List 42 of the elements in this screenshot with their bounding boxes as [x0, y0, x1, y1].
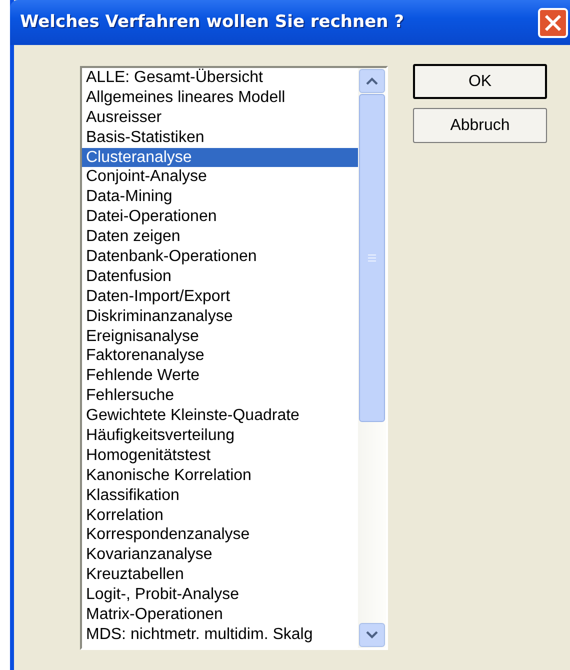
window-title: Welches Verfahren wollen Sie rechnen ? [20, 10, 404, 34]
list-item[interactable]: ALLE: Gesamt-Übersicht [82, 68, 358, 88]
list-item[interactable]: Gewichtete Kleinste-Quadrate [82, 406, 358, 426]
list-item[interactable]: Data-Mining [82, 187, 358, 208]
list-item[interactable]: Ereignisanalyse [82, 326, 358, 346]
list-item[interactable]: Basis-Statistiken [82, 128, 358, 148]
list-item[interactable]: Fehlende Werte [82, 366, 358, 386]
list-item[interactable]: Diskriminanzanalyse [82, 306, 358, 327]
scroll-down-button[interactable] [359, 623, 385, 647]
scroll-thumb[interactable] [359, 94, 385, 422]
list-item[interactable]: Datenfusion [82, 266, 358, 287]
list-item[interactable]: Matrix-Operationen [82, 605, 358, 625]
scroll-up-button[interactable] [359, 69, 385, 93]
list-item[interactable]: Daten-Import/Export [82, 286, 358, 307]
list-item[interactable]: Kovarianzanalyse [82, 545, 358, 566]
list-item[interactable]: MDS: nichtmetr. multidim. Skalg [82, 624, 358, 645]
close-button[interactable] [538, 8, 568, 38]
cancel-button[interactable]: Abbruch [413, 108, 547, 143]
list-item[interactable]: Datei-Operationen [82, 207, 358, 228]
list-item[interactable]: Korrelation [82, 506, 358, 526]
list-item[interactable]: Kanonische Korrelation [82, 466, 358, 486]
list-item[interactable]: Logit-, Probit-Analyse [82, 585, 358, 606]
caret-down-icon [366, 631, 378, 639]
list-item[interactable]: Allgemeines lineares Modell [82, 88, 358, 108]
list-item[interactable]: Faktorenanalyse [82, 346, 358, 366]
list-item[interactable]: Klassifikation [82, 486, 358, 506]
list-item[interactable]: Datenbank-Operationen [82, 247, 358, 267]
list-item[interactable]: Ausreisser [82, 108, 358, 128]
list-item[interactable]: Homogenitätstest [82, 446, 358, 466]
list-item[interactable]: Clusteranalyse [82, 148, 358, 168]
grip-icon [367, 254, 377, 262]
list-item[interactable]: Korrespondenzanalyse [82, 525, 358, 546]
list-item[interactable]: Conjoint-Analyse [82, 167, 358, 188]
ok-button[interactable]: OK [413, 64, 547, 99]
list-item[interactable]: Kreuztabellen [82, 565, 358, 586]
list-item[interactable]: Daten zeigen [82, 227, 358, 248]
list-box[interactable] [80, 66, 388, 650]
scrollbar[interactable] [358, 68, 386, 648]
list-item[interactable]: Fehlersuche [82, 386, 358, 406]
caret-up-icon [366, 77, 378, 85]
list-item[interactable]: Häufigkeitsverteilung [82, 426, 358, 446]
close-icon [544, 14, 562, 32]
